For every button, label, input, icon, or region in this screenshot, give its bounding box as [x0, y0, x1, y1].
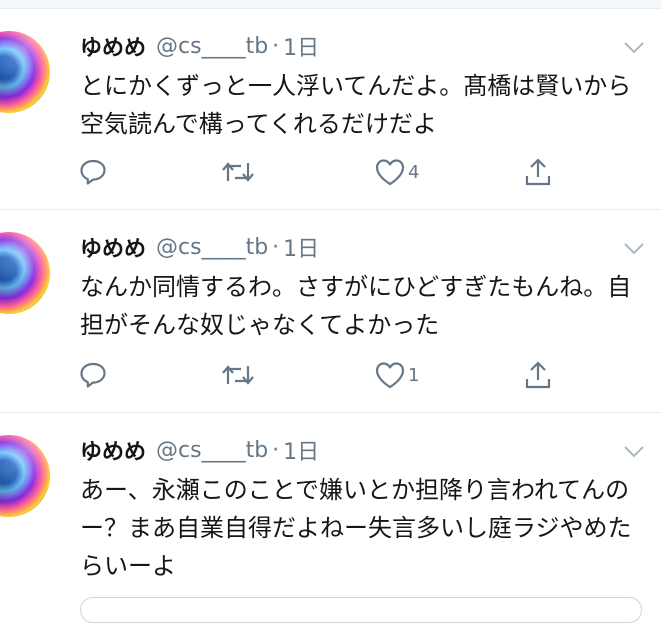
tweet-text: なんか同情するわ。さすがにひどすぎたもんね。自担がそんな奴じゃなくてよかった: [80, 273, 632, 339]
tweet-actions: 1: [78, 358, 558, 392]
chevron-down-icon[interactable]: [623, 445, 645, 459]
reply-button[interactable]: [78, 358, 108, 392]
retweet-icon: [222, 162, 254, 182]
reply-icon: [80, 159, 106, 185]
tweet-header: ゆめめ @cs____tb · 1日: [80, 230, 319, 264]
separator: ·: [272, 33, 280, 59]
reply-button[interactable]: [78, 155, 108, 189]
separator: ·: [272, 234, 280, 260]
timestamp[interactable]: 1日: [283, 231, 319, 263]
display-name[interactable]: ゆめめ: [80, 30, 146, 62]
like-button[interactable]: 1: [374, 358, 419, 392]
display-name[interactable]: ゆめめ: [80, 231, 146, 263]
separator: ·: [272, 437, 280, 463]
retweet-icon: [222, 365, 254, 385]
reply-icon: [80, 362, 106, 388]
top-divider: [0, 0, 662, 9]
like-count: 4: [408, 161, 420, 183]
share-button[interactable]: [522, 155, 554, 189]
chevron-down-icon[interactable]: [623, 242, 645, 256]
chevron-down-icon[interactable]: [623, 41, 645, 55]
like-button[interactable]: 4: [374, 155, 419, 189]
share-icon: [525, 158, 551, 186]
avatar[interactable]: [0, 435, 50, 517]
heart-icon: [375, 362, 405, 389]
like-count: 1: [408, 364, 420, 386]
user-handle[interactable]: @cs____tb: [156, 34, 268, 59]
tweet-header: ゆめめ @cs____tb · 1日: [80, 433, 319, 467]
heart-icon: [375, 159, 405, 186]
tweet-text: とにかくずっと一人浮いてんだよ。髙橋は賢いから空気読んで構ってくれるだけだよ: [80, 72, 632, 138]
display-name[interactable]: ゆめめ: [80, 434, 146, 466]
tweet-header: ゆめめ @cs____tb · 1日: [80, 29, 319, 63]
tweet-text: あー、永瀬このことで嫌いとか担降り言われてんのー？まあ自業自得だよねー失言多いし…: [80, 476, 632, 580]
timestamp[interactable]: 1日: [283, 434, 319, 466]
retweet-button[interactable]: [220, 358, 256, 392]
retweet-button[interactable]: [220, 155, 256, 189]
share-icon: [525, 361, 551, 389]
avatar[interactable]: [0, 232, 50, 314]
avatar[interactable]: [0, 31, 50, 113]
tweet[interactable]: ゆめめ @cs____tb · 1日 あー、永瀬このことで嫌いとか担降り言われて…: [0, 413, 662, 607]
share-button[interactable]: [522, 358, 554, 392]
tweet[interactable]: ゆめめ @cs____tb · 1日 なんか同情するわ。さすがにひどすぎたもんね…: [0, 210, 662, 413]
timestamp[interactable]: 1日: [283, 30, 319, 62]
tweet[interactable]: ゆめめ @cs____tb · 1日 とにかくずっと一人浮いてんだよ。髙橋は賢い…: [0, 9, 662, 210]
reply-compose-box[interactable]: [80, 597, 642, 623]
tweet-actions: 4: [78, 155, 558, 189]
user-handle[interactable]: @cs____tb: [156, 438, 268, 463]
user-handle[interactable]: @cs____tb: [156, 235, 268, 260]
